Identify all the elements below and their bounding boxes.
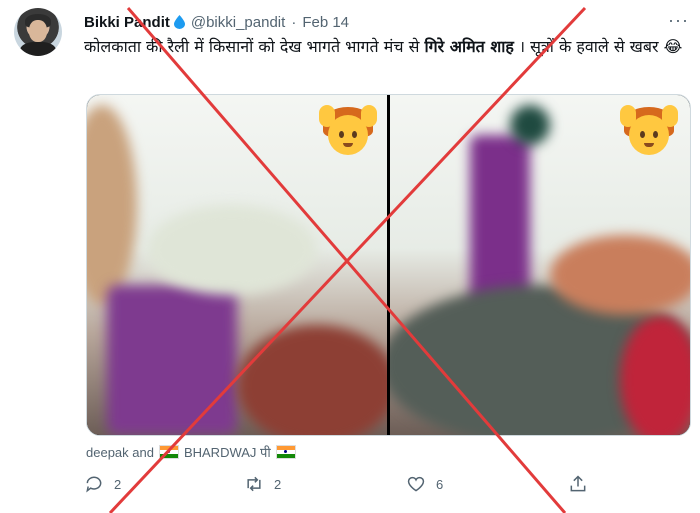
share-icon [570, 475, 586, 492]
tweet-actions: 2 2 6 [84, 474, 604, 498]
user-handle[interactable]: @bikki_pandit [191, 14, 285, 31]
share-button[interactable] [568, 474, 598, 494]
retweet-count: 2 [274, 476, 282, 492]
tweet-media[interactable] [86, 94, 691, 436]
reply-count: 2 [114, 476, 122, 492]
retweet-icon [247, 476, 261, 492]
retweet-button[interactable]: 2 [244, 474, 281, 494]
tweet-text-part1: कोलकाता की रैली में किसानों को देख भागते… [84, 37, 425, 56]
tweet-header: Bikki Pandit @bikki_pandit · Feb 14 [84, 12, 349, 32]
india-flag-icon [158, 445, 179, 459]
likers-name: BHARDWAJ पी [183, 445, 271, 460]
avatar-shirt [20, 42, 56, 56]
face-gesture-ok-emoji [620, 103, 678, 161]
reply-icon [86, 476, 102, 493]
image-blur [510, 105, 550, 145]
image-blur [550, 235, 690, 315]
media-image-left[interactable] [87, 95, 387, 435]
likers-prefix: deepak and [86, 444, 154, 460]
water-drop-icon [173, 15, 185, 29]
media-image-right[interactable] [390, 95, 690, 435]
display-name[interactable]: Bikki Pandit [84, 14, 170, 31]
image-blur [147, 205, 317, 295]
tweet-date[interactable]: Feb 14 [302, 14, 349, 31]
reply-button[interactable]: 2 [84, 474, 121, 494]
heart-icon [407, 476, 425, 492]
like-count: 6 [436, 476, 444, 492]
tweet-card[interactable]: Bikki Pandit @bikki_pandit · Feb 14 ··· … [0, 0, 700, 513]
avatar[interactable] [14, 8, 62, 56]
avatar-face [29, 20, 47, 42]
tweet-text: कोलकाता की रैली में किसानों को देख भागते… [84, 36, 684, 58]
separator-dot: · [291, 13, 297, 31]
india-flag-icon [275, 445, 296, 459]
tweet-text-part2: । सूत्रों के हवाले से खबर 😂 [513, 37, 683, 56]
more-options-icon[interactable]: ··· [668, 10, 689, 31]
face-gesture-ok-emoji [319, 103, 377, 161]
image-blur [107, 285, 237, 435]
tweet-text-bold: गिरे अमित शाह [424, 37, 514, 56]
like-button[interactable]: 6 [406, 474, 443, 494]
liked-by-line[interactable]: deepak and BHARDWAJ पी [86, 443, 301, 461]
